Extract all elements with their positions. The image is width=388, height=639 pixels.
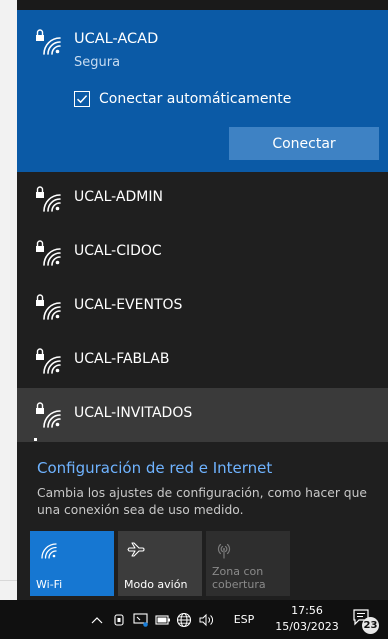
network-globe-icon[interactable]: [174, 600, 194, 639]
network-flyout: UCAL-ACAD Segura Conectar automáticament…: [17, 0, 388, 600]
network-ssid: UCAL-ADMIN: [74, 189, 163, 205]
wifi-secured-icon: [34, 239, 62, 267]
usb-device-icon[interactable]: [110, 600, 128, 639]
desktop-left-edge: [0, 0, 17, 600]
network-ssid: UCAL-EVENTOS: [74, 297, 183, 313]
airplane-icon: [127, 541, 145, 559]
clock-date: 15/03/2023: [275, 620, 339, 633]
wifi-secured-icon: [34, 185, 62, 213]
network-item-eventos[interactable]: UCAL-EVENTOS: [17, 280, 388, 334]
network-settings-link[interactable]: Configuración de red e Internet: [37, 459, 272, 477]
display-settings-icon[interactable]: [131, 600, 151, 639]
wifi-tile-label: Wi-Fi: [36, 578, 63, 591]
checkbox-checked-icon: [74, 91, 90, 107]
wifi-secured-icon: [34, 28, 62, 56]
wifi-toggle-tile[interactable]: Wi-Fi: [30, 531, 114, 596]
volume-icon[interactable]: [196, 600, 218, 639]
network-item-admin[interactable]: UCAL-ADMIN: [17, 172, 388, 226]
airplane-mode-tile[interactable]: Modo avión: [118, 531, 202, 596]
notification-count-badge: 23: [362, 617, 379, 634]
mobile-hotspot-tile[interactable]: Zona con cobertura: [206, 531, 290, 596]
wifi-secured-icon: [34, 293, 62, 321]
network-ssid: UCAL-INVITADOS: [74, 405, 193, 421]
network-item-selected[interactable]: UCAL-ACAD Segura Conectar automáticament…: [17, 10, 388, 172]
network-security-status: Segura: [74, 55, 121, 70]
list-more-indicator: [34, 438, 37, 441]
flyout-top-edge: [17, 0, 388, 10]
wifi-secured-icon: [34, 401, 62, 429]
auto-connect-label: Conectar automáticamente: [99, 91, 292, 107]
hotspot-tile-label: Zona con cobertura: [212, 565, 266, 591]
airplane-tile-label: Modo avión: [124, 578, 188, 591]
wifi-icon: [39, 541, 57, 559]
network-item-invitados[interactable]: UCAL-INVITADOS: [17, 388, 388, 442]
network-settings-section: Configuración de red e Internet Cambia l…: [17, 450, 388, 530]
taskbar: ESP 17:56 15/03/2023 23: [0, 600, 388, 639]
connect-button[interactable]: Conectar: [229, 127, 379, 160]
clock-time: 17:56: [291, 604, 323, 617]
hotspot-icon: [215, 541, 233, 559]
network-ssid: UCAL-FABLAB: [74, 351, 170, 367]
input-language-indicator[interactable]: ESP: [230, 600, 258, 639]
network-item-cidoc[interactable]: UCAL-CIDOC: [17, 226, 388, 280]
action-center-button[interactable]: 23: [352, 608, 379, 634]
battery-icon[interactable]: [154, 600, 172, 639]
show-hidden-icons-chevron-up-icon[interactable]: [88, 600, 106, 639]
taskbar-clock[interactable]: 17:56 15/03/2023: [270, 603, 344, 635]
network-ssid: UCAL-ACAD: [74, 31, 159, 47]
auto-connect-checkbox[interactable]: Conectar automáticamente: [74, 88, 291, 110]
network-item-fablab[interactable]: UCAL-FABLAB: [17, 334, 388, 388]
network-settings-description: Cambia los ajustes de configuración, com…: [37, 486, 367, 517]
network-ssid: UCAL-CIDOC: [74, 243, 162, 259]
wifi-secured-icon: [34, 347, 62, 375]
